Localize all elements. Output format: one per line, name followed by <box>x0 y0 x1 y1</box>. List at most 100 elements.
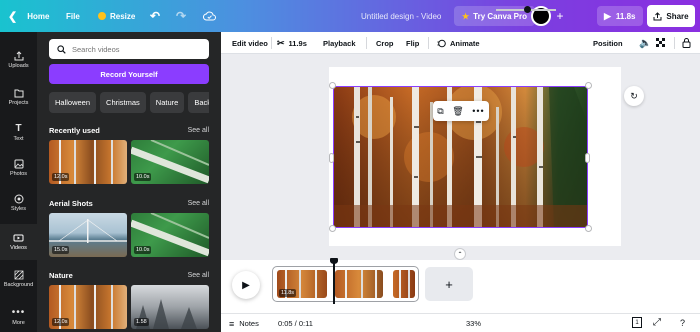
chip-background[interactable]: Backg <box>188 92 209 113</box>
lock-icon <box>682 38 691 48</box>
rail-item-photos[interactable]: Photos <box>0 151 37 185</box>
crown-icon: ★ <box>462 11 470 21</box>
timeline-clip[interactable] <box>393 270 415 298</box>
timeline-clip[interactable] <box>335 270 383 298</box>
present-button[interactable]: ▶ 11.8s <box>597 6 643 26</box>
volume-button[interactable]: 🔈 <box>639 32 651 54</box>
video-thumbnail[interactable]: 10.0s <box>131 140 209 184</box>
timeline-clip-group[interactable]: 11.8s <box>272 266 419 302</box>
file-label: File <box>66 11 80 21</box>
see-all-link[interactable]: See all <box>188 127 209 134</box>
rail-item-videos[interactable]: Videos <box>0 224 37 260</box>
notes-button[interactable]: ≡ Notes <box>229 314 259 332</box>
play-button[interactable]: ▶ <box>232 271 260 299</box>
see-all-link[interactable]: See all <box>188 200 209 207</box>
transparency-button[interactable] <box>656 32 666 54</box>
rail-item-styles[interactable]: Styles <box>0 186 37 220</box>
top-bar: ❮ Home File Resize ↶ ↷ Untitled design -… <box>0 0 700 32</box>
search-input[interactable] <box>72 44 202 54</box>
page-count-button[interactable]: 1 <box>632 313 642 332</box>
zoom-level[interactable]: 33% <box>466 314 481 332</box>
flip-button[interactable]: Flip <box>406 32 419 54</box>
video-duration: 10.0s <box>134 173 152 181</box>
resize-handle[interactable] <box>585 225 592 232</box>
text-icon: T <box>15 123 22 134</box>
crop-button[interactable]: Crop <box>376 32 394 54</box>
rail-label-projects: Projects <box>8 100 29 106</box>
search-box[interactable] <box>49 39 209 59</box>
timeline-clip[interactable]: 11.8s <box>277 270 327 298</box>
expand-timeline-button[interactable]: ⌃ <box>454 248 466 260</box>
section-recently-used: Recently used See all <box>49 126 209 135</box>
video-duration: 10.0s <box>134 246 152 254</box>
animate-button[interactable]: Animate <box>437 32 480 54</box>
plus-icon: + <box>445 276 453 292</box>
category-chips: Halloween Christmas Nature Backg <box>49 92 209 113</box>
plus-icon: + <box>556 9 564 23</box>
resize-button[interactable]: Resize <box>98 0 135 32</box>
video-thumbnail[interactable]: 12.0s <box>49 140 127 184</box>
play-icon: ▶ <box>604 10 611 21</box>
rail-item-more[interactable]: ••• More <box>0 300 37 332</box>
resize-crown-icon <box>98 12 106 20</box>
file-menu-button[interactable]: File <box>66 0 80 32</box>
video-thumbnail[interactable]: 15.0s <box>49 213 127 257</box>
chip-nature[interactable]: Nature <box>149 92 185 113</box>
resize-handle[interactable] <box>585 153 590 163</box>
page-icon: 1 <box>632 317 642 328</box>
record-yourself-label: Record Yourself <box>100 69 158 79</box>
video-duration: 1.58 <box>134 318 149 326</box>
lock-button[interactable] <box>682 32 691 54</box>
trash-icon[interactable]: 🗑 <box>452 106 463 117</box>
home-button[interactable]: ❮ Home <box>8 0 49 32</box>
resize-handle[interactable] <box>329 82 336 89</box>
crop-label: Crop <box>376 38 394 48</box>
trim-button[interactable]: ✂ 11.9s <box>277 32 307 54</box>
divider <box>366 37 367 49</box>
rail-label-text: Text <box>13 136 24 142</box>
resize-handle[interactable] <box>329 153 334 163</box>
resize-handle[interactable] <box>585 82 592 89</box>
section-aerial-shots: Aerial Shots See all <box>49 199 209 208</box>
duplicate-icon[interactable]: ⧉ <box>437 106 443 117</box>
rail-item-projects[interactable]: Projects <box>0 80 37 114</box>
share-button[interactable]: Share <box>647 5 695 27</box>
section-title: Aerial Shots <box>49 199 93 208</box>
help-button[interactable]: ? <box>680 313 685 332</box>
record-yourself-button[interactable]: Record Yourself <box>49 64 209 84</box>
see-all-link[interactable]: See all <box>188 272 209 279</box>
videos-panel: Record Yourself Halloween Christmas Natu… <box>37 32 221 332</box>
rail-item-text[interactable]: T Text <box>0 116 37 150</box>
rail-item-uploads[interactable]: Uploads <box>0 43 37 77</box>
background-icon <box>14 270 23 280</box>
save-status-button[interactable] <box>203 0 216 32</box>
notes-icon: ≡ <box>229 318 235 329</box>
clip-duration: 11.8s <box>279 289 297 297</box>
video-thumbnail[interactable]: 10.0s <box>131 213 209 257</box>
position-button[interactable]: Position <box>593 32 623 54</box>
photos-icon <box>14 159 23 169</box>
share-label: Share <box>666 11 689 21</box>
resize-handle[interactable] <box>329 225 336 232</box>
chevron-up-icon: ⌃ <box>457 251 463 258</box>
rail-item-background[interactable]: Background <box>0 262 37 296</box>
fullscreen-button[interactable]: ⤢ <box>653 313 661 332</box>
rotate-button[interactable]: ↻ <box>624 86 644 106</box>
video-thumbnail[interactable]: 1.58 <box>131 285 209 329</box>
section-title: Recently used <box>49 126 100 135</box>
video-thumbnail[interactable]: 12.0s <box>49 285 127 329</box>
chip-christmas[interactable]: Christmas <box>100 92 146 113</box>
redo-button[interactable]: ↷ <box>176 0 186 32</box>
playback-button[interactable]: Playback <box>323 32 356 54</box>
design-title[interactable]: Untitled design - Video <box>361 0 441 32</box>
cloud-check-icon <box>203 11 216 21</box>
playhead[interactable] <box>330 258 338 304</box>
more-options-icon[interactable]: ••• <box>472 106 484 116</box>
rail-label-styles: Styles <box>11 206 26 212</box>
undo-button[interactable]: ↶ <box>150 0 160 32</box>
edit-video-button[interactable]: Edit video <box>232 32 268 54</box>
chip-halloween[interactable]: Halloween <box>49 92 97 113</box>
zoom-slider-knob[interactable] <box>524 6 531 13</box>
scissors-icon: ✂ <box>277 37 285 48</box>
add-page-button[interactable]: + <box>425 267 473 301</box>
